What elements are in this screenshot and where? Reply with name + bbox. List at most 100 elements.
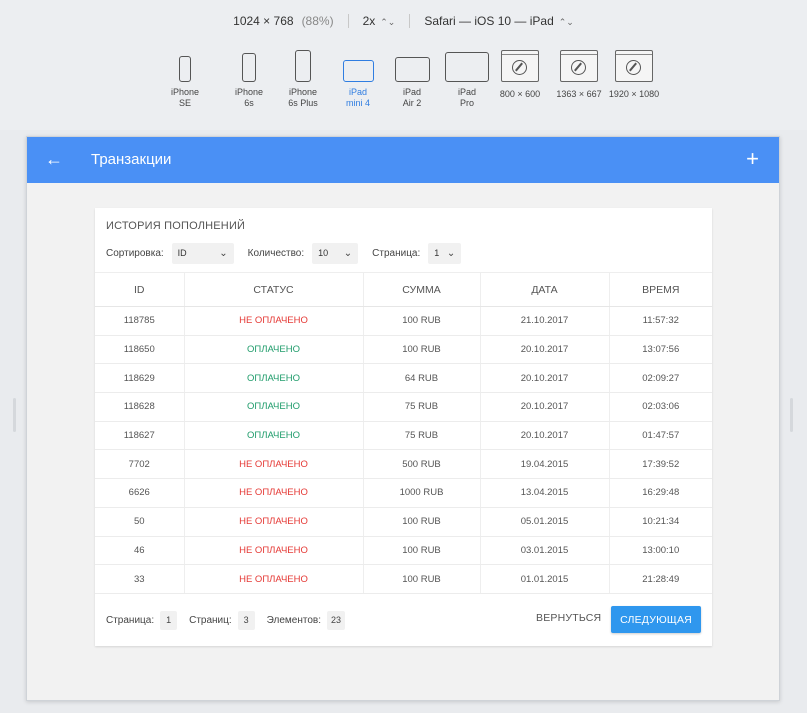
- cell-date: 01.01.2015: [479, 564, 609, 594]
- device-1363x667[interactable]: 1363 × 667: [550, 48, 608, 100]
- chevron-down-icon: ⌄: [219, 247, 228, 259]
- footer-items-value: 23: [327, 610, 346, 630]
- column-header-status[interactable]: СТАТУС: [183, 272, 363, 307]
- resolution-readout: 1024 × 768: [233, 14, 294, 28]
- updown-chevron-icon: ⌃⌄: [380, 17, 396, 27]
- column-header-id[interactable]: ID: [95, 272, 184, 307]
- cell-time: 13:07:56: [608, 335, 712, 365]
- device-ipad-air-2[interactable]: iPad Air 2: [386, 48, 438, 109]
- browser-selector[interactable]: Safari — iOS 10 — iPad ⌃⌄: [424, 14, 573, 28]
- device-label: SE: [178, 98, 191, 108]
- cell-date: 20.10.2017: [479, 421, 609, 451]
- cell-id: 118629: [95, 363, 184, 394]
- device-ipad-pro[interactable]: iPad Pro: [439, 48, 495, 109]
- phone-icon: [179, 56, 191, 82]
- device-label: iPhone: [234, 87, 264, 97]
- resize-handle-right[interactable]: [790, 398, 793, 432]
- cell-amount: 500 RUB: [362, 449, 480, 480]
- compass-icon: [571, 60, 586, 75]
- cell-amount: 100 RUB: [362, 536, 480, 566]
- device-ipad-mini-4[interactable]: iPad mini 4: [330, 48, 386, 109]
- table-header-row: ID СТАТУС СУММА ДАТА ВРЕМЯ: [95, 272, 712, 307]
- column-header-date[interactable]: ДАТА: [479, 272, 609, 307]
- chevron-down-icon: ⌄: [446, 247, 456, 259]
- resize-handle-left[interactable]: [13, 398, 16, 432]
- device-picker: iPhone SE iPhone 6s iPhone 6s Plus iPad …: [165, 48, 663, 110]
- updown-chevron-icon: ⌃⌄: [558, 17, 574, 27]
- browser-window-icon: [560, 50, 598, 82]
- cell-id: 46: [95, 536, 184, 566]
- cell-status: НЕ ОПЛАЧЕНО: [183, 478, 363, 508]
- sort-value: ID: [177, 248, 187, 258]
- cell-status: НЕ ОПЛАЧЕНО: [183, 564, 363, 594]
- browser-value: Safari — iOS 10 — iPad: [424, 14, 554, 28]
- divider: [409, 14, 411, 28]
- cell-time: 10:21:34: [608, 507, 712, 537]
- cell-date: 19.04.2015: [479, 449, 609, 480]
- back-arrow-icon[interactable]: ←: [45, 149, 63, 170]
- table-row: 118628 ОПЛАЧЕНО 75 RUB 20.10.2017 02:03:06: [95, 392, 712, 422]
- cell-amount: 100 RUB: [362, 507, 480, 537]
- cell-date: 13.04.2015: [479, 478, 609, 508]
- table-row: 6626 НЕ ОПЛАЧЕНО 1000 RUB 13.04.2015 16:29:4…: [95, 478, 712, 508]
- footer-pages-label: Страниц:: [189, 614, 232, 626]
- device-iphone-se[interactable]: iPhone SE: [165, 48, 205, 109]
- column-header-amount[interactable]: СУММА: [362, 272, 480, 307]
- page-select[interactable]: 1 ⌄: [428, 242, 462, 264]
- scale-value: 2x: [362, 14, 376, 28]
- page-title: Транзакции: [91, 151, 172, 168]
- phone-icon: [242, 53, 256, 82]
- sort-select[interactable]: ID ⌄: [171, 242, 234, 264]
- cell-time: 02:03:06: [608, 392, 712, 422]
- tablet-icon: [394, 57, 430, 82]
- device-iphone-6s[interactable]: iPhone 6s: [221, 48, 277, 109]
- device-label: Air 2: [402, 98, 422, 108]
- device-label: iPad: [457, 87, 476, 97]
- cell-id: 33: [95, 564, 184, 594]
- simulator-toolbar: 1024 × 768 (88%) 2x ⌃⌄ Safari — iOS 10 — …: [0, 0, 807, 130]
- cell-date: 20.10.2017: [479, 335, 609, 365]
- footer-items-label: Элементов:: [266, 614, 321, 626]
- cell-time: 02:09:27: [608, 363, 712, 394]
- device-label: iPad: [402, 87, 421, 97]
- next-button[interactable]: СЛЕДУЮЩАЯ: [611, 606, 701, 633]
- cell-status: НЕ ОПЛАЧЕНО: [183, 507, 363, 537]
- device-viewport: ← Транзакции + ИСТОРИЯ ПОПОЛНЕНИЙ Сортир…: [26, 136, 780, 701]
- table-row: 33 НЕ ОПЛАЧЕНО 100 RUB 01.01.2015 21:28:49: [95, 564, 712, 594]
- cell-time: 11:57:32: [608, 306, 712, 336]
- cell-time: 13:00:10: [608, 536, 712, 566]
- cell-id: 118785: [95, 306, 184, 336]
- cell-status: НЕ ОПЛАЧЕНО: [183, 449, 363, 480]
- cell-time: 21:28:49: [608, 564, 712, 594]
- table-body: 118785 НЕ ОПЛАЧЕНО 100 RUB 21.10.2017 11:57:…: [95, 306, 712, 594]
- cell-status: ОПЛАЧЕНО: [183, 421, 363, 451]
- cell-id: 118628: [95, 392, 184, 422]
- tablet-icon: [445, 52, 489, 82]
- device-1920x1080[interactable]: 1920 × 1080: [605, 48, 663, 100]
- device-label: 1363 × 667: [556, 89, 602, 99]
- cell-date: 20.10.2017: [479, 363, 609, 394]
- cell-id: 50: [95, 507, 184, 537]
- cell-date: 21.10.2017: [479, 306, 609, 336]
- table-row: 118629 ОПЛАЧЕНО 64 RUB 20.10.2017 02:09:27: [95, 363, 712, 394]
- count-select[interactable]: 10 ⌄: [312, 242, 359, 264]
- footer-pages-value: 3: [237, 610, 255, 630]
- filters-row: Сортировка: ID ⌄ Количество: 10 ⌄ Страни…: [106, 242, 475, 264]
- device-label: iPhone: [288, 87, 318, 97]
- device-iphone-6s-plus[interactable]: iPhone 6s Plus: [276, 48, 330, 109]
- device-label: 6s Plus: [288, 98, 318, 108]
- add-icon[interactable]: +: [746, 146, 759, 172]
- column-header-time[interactable]: ВРЕМЯ: [608, 272, 712, 307]
- device-800x600[interactable]: 800 × 600: [495, 48, 545, 100]
- cell-status: НЕ ОПЛАЧЕНО: [183, 306, 363, 336]
- compass-icon: [512, 60, 527, 75]
- cell-status: ОПЛАЧЕНО: [183, 335, 363, 365]
- table-row: 118785 НЕ ОПЛАЧЕНО 100 RUB 21.10.2017 11:57:…: [95, 306, 712, 336]
- back-button[interactable]: ВЕРНУТЬСЯ: [536, 612, 601, 624]
- tablet-icon: [342, 60, 374, 82]
- table-row: 50 НЕ ОПЛАЧЕНО 100 RUB 05.01.2015 10:21:34: [95, 507, 712, 537]
- cell-amount: 75 RUB: [362, 392, 480, 422]
- cell-time: 17:39:52: [608, 449, 712, 480]
- pagination-info: Страница: 1 Страниц: 3 Элементов: 23: [106, 609, 357, 631]
- scale-selector[interactable]: 2x ⌃⌄: [363, 14, 396, 28]
